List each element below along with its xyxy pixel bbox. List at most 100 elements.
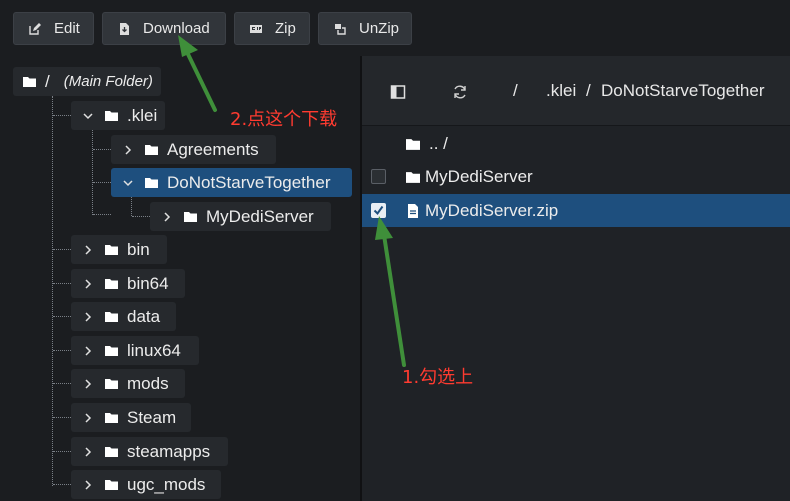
tree-item-label: bin64 [127,273,169,293]
list-item-mydediserver-zip[interactable]: MyDediServer.zip [362,194,790,227]
breadcrumb-sep: / [586,81,591,100]
toggle-sidebar-icon[interactable] [390,84,406,100]
edit-label: Edit [54,20,80,37]
tree-guide [53,350,71,351]
file-browser: / .klei / DoNotStarveTogether .. / MyDed… [362,56,790,501]
tree-item-klei[interactable]: .klei [71,101,165,130]
tree-root[interactable]: / (Main Folder) [13,67,161,96]
tree-item-label: MyDediServer [206,206,314,226]
tree-guide [53,484,71,485]
folder-icon [145,144,159,155]
list-item-label: MyDediServer.zip [425,200,559,220]
tree-root-label: / [45,71,50,91]
refresh-icon[interactable] [452,84,468,100]
row-checkbox-checked[interactable] [371,203,386,218]
edit-icon [28,22,42,36]
folder-icon [184,211,198,222]
tree-guide [53,383,71,384]
tree-item-mydediserver[interactable]: MyDediServer [150,202,331,231]
folder-icon [105,110,119,121]
checkmark-icon [373,205,384,216]
tree-item-label: data [127,306,161,326]
annotation-step1: 1.勾选上 [402,367,474,388]
tree-guide [131,196,132,216]
folder-icon [105,244,119,255]
chevron-right-icon [81,278,95,290]
tree-guide [53,451,71,452]
tree-item-label: linux64 [127,340,181,360]
tree-item-label: DoNotStarveTogether [167,172,331,192]
tree-guide [53,249,71,250]
folder-icon [145,177,159,188]
tree-item-donotstarvetogether[interactable]: DoNotStarveTogether [111,168,352,197]
list-item-label: .. / [429,133,448,153]
tree-item-data[interactable]: data [71,302,176,331]
tree-item-linux64[interactable]: linux64 [71,336,199,365]
tree-guide [53,115,71,116]
edit-button[interactable]: Edit [13,12,94,45]
unzip-button[interactable]: UnZip [318,12,412,45]
chevron-right-icon [81,479,95,491]
breadcrumb-donotstarvetogether[interactable]: DoNotStarveTogether [601,81,764,101]
list-item-label: MyDediServer [425,166,533,186]
chevron-right-icon [160,211,174,223]
breadcrumb-klei[interactable]: .klei [546,81,576,101]
folder-icon [406,171,420,183]
unzip-label: UnZip [359,20,400,37]
tree-item-mods[interactable]: mods [71,369,185,398]
unzip-icon [333,22,347,36]
download-label: Download [143,20,210,37]
folder-icon [105,446,119,457]
chevron-right-icon [81,412,95,424]
breadcrumb-root[interactable]: / [513,81,518,101]
tree-item-label: Steam [127,407,177,427]
tree-item-label: Agreements [167,139,259,159]
browser-header: / .klei / DoNotStarveTogether [362,56,790,126]
tree-item-ugc-mods[interactable]: ugc_mods [71,470,221,499]
folder-icon [105,278,119,289]
download-button[interactable]: Download [102,12,226,45]
tree-item-steam[interactable]: Steam [71,403,191,432]
annotation-step2: 2.点这个下载 [230,109,338,130]
tree-item-steamapps[interactable]: steamapps [71,437,228,466]
tree-guide [52,96,53,486]
list-item-mydediserver[interactable]: MyDediServer [362,160,790,193]
tree-item-bin[interactable]: bin [71,235,167,264]
tree-guide [53,283,71,284]
folder-icon [105,345,119,356]
chevron-right-icon [81,378,95,390]
toolbar: Edit Download Zip UnZip [0,0,790,56]
chevron-right-icon [81,244,95,256]
tree-item-label: ugc_mods [127,474,206,494]
tree-guide [93,182,111,183]
file-icon [408,203,418,218]
tree-item-label: bin [127,239,150,259]
folder-icon [105,412,119,423]
tree-guide [53,417,71,418]
row-checkbox[interactable] [371,169,386,184]
tree-item-label: .klei [127,105,158,125]
folder-icon [406,138,420,150]
zip-button[interactable]: Zip [234,12,310,45]
tree-item-label: steamapps [127,441,211,461]
download-icon [117,22,131,36]
tree-guide [93,214,111,215]
tree-item-agreements[interactable]: Agreements [111,135,276,164]
zip-icon [249,22,263,36]
zip-label: Zip [275,20,296,37]
chevron-down-icon [81,110,95,122]
chevron-right-icon [121,144,135,156]
folder-icon [105,311,119,322]
tree-guide [93,149,111,150]
folder-icon [105,378,119,389]
folder-icon [23,76,37,87]
tree-root-sub: (Main Folder) [63,73,153,90]
tree-guide [92,130,93,215]
chevron-right-icon [81,446,95,458]
tree-guide [53,316,71,317]
list-item-parent[interactable]: .. / [362,127,790,160]
tree-item-bin64[interactable]: bin64 [71,269,185,298]
chevron-right-icon [81,311,95,323]
chevron-down-icon [121,177,135,189]
tree-item-label: mods [127,373,169,393]
